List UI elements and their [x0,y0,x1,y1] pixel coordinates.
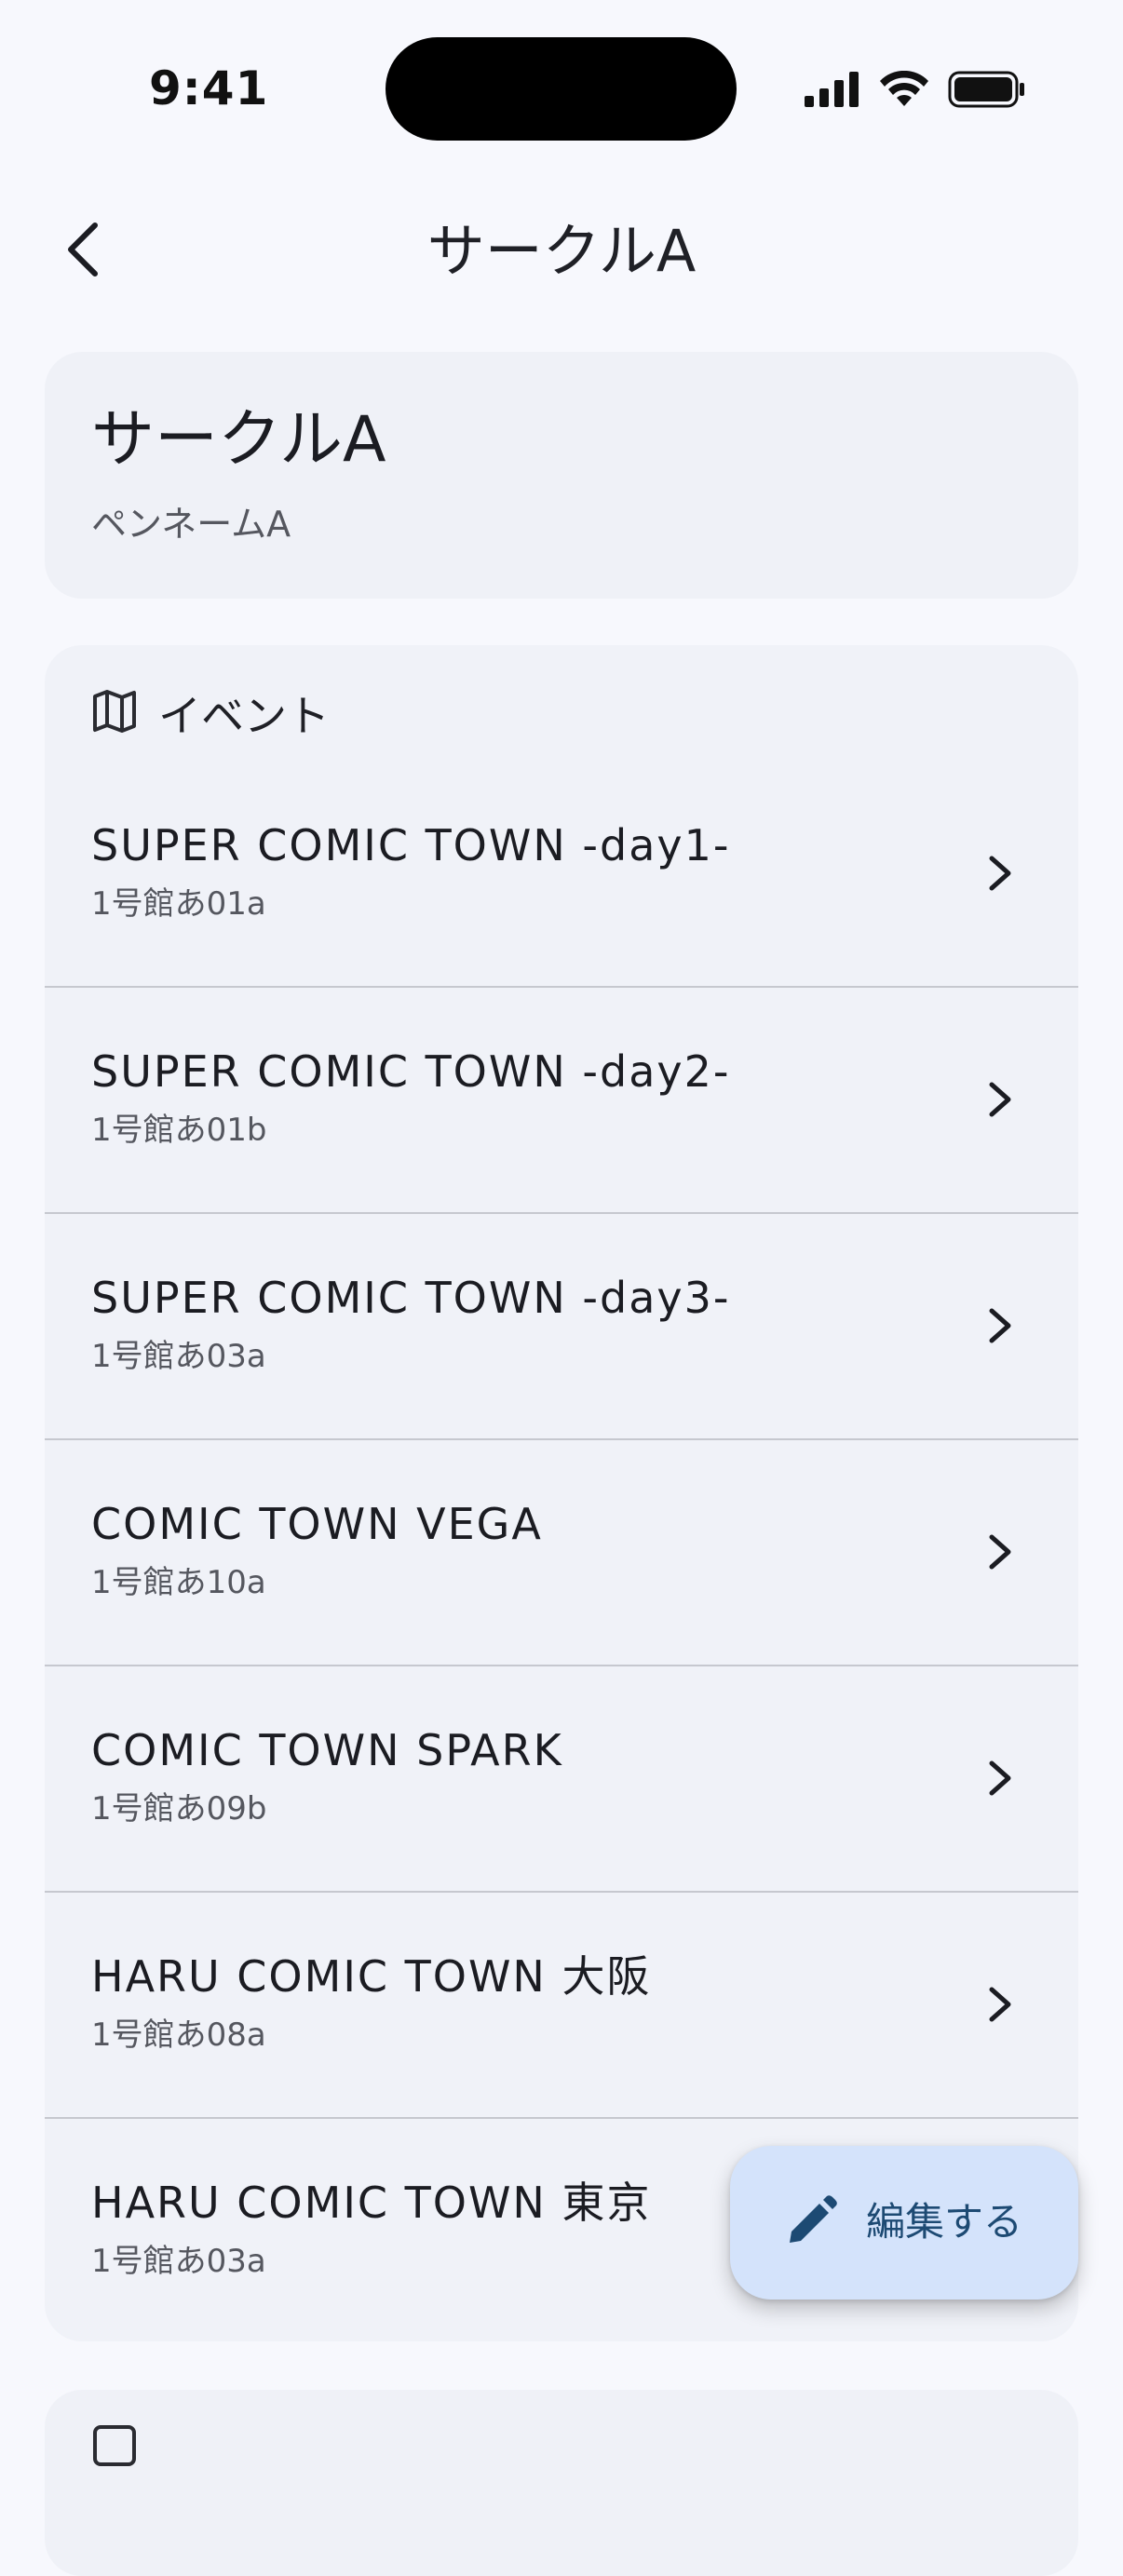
events-header-label: イベント [158,691,330,741]
event-name: SUPER COMIC TOWN -day3- [91,1273,731,1323]
event-list: SUPER COMIC TOWN -day1- 1号館あ01a SUPER CO… [45,762,1078,2341]
event-name: SUPER COMIC TOWN -day2- [91,1046,731,1097]
event-location: 1号館あ10a [91,1564,266,1601]
event-location: 1号館あ03a [91,2243,266,2280]
events-card: イベント SUPER COMIC TOWN -day1- 1号館あ01a SUP… [45,645,1078,2341]
pen-name: ペンネームA [91,504,291,545]
list-item[interactable]: COMIC TOWN VEGA 1号館あ10a [45,1440,1078,1666]
list-item[interactable]: COMIC TOWN SPARK 1号館あ09b [45,1666,1078,1893]
status-icons [805,69,1026,114]
edit-button-label: 編集する [866,2199,1023,2245]
edit-button[interactable]: 編集する [730,2146,1078,2300]
pencil-icon [782,2194,838,2250]
battery-icon [948,71,1026,112]
list-item[interactable]: SUPER COMIC TOWN -day2- 1号館あ01b [45,988,1078,1214]
event-location: 1号館あ01a [91,885,266,923]
chevron-right-icon [978,1300,1022,1352]
event-location: 1号館あ09b [91,1790,267,1827]
chevron-right-icon [978,1073,1022,1126]
map-icon [91,689,138,737]
app-bar: サークルA [0,186,1123,317]
section-icon [91,2423,138,2472]
event-location: 1号館あ03a [91,1338,266,1375]
cellular-signal-icon [805,72,860,111]
wifi-icon [879,70,929,112]
event-name: HARU COMIC TOWN 東京 [91,2178,652,2228]
event-location: 1号館あ01b [91,1112,267,1149]
next-section-card [45,2390,1078,2576]
circle-name: サークルA [91,403,386,477]
status-time: 9:41 [149,61,269,115]
events-header: イベント [91,681,330,746]
dynamic-island [386,37,737,141]
list-item[interactable]: SUPER COMIC TOWN -day1- 1号館あ01a [45,762,1078,988]
circle-profile-card: サークルA ペンネームA [45,352,1078,599]
chevron-right-icon [978,847,1022,899]
chevron-right-icon [978,1526,1022,1578]
chevron-right-icon [978,1978,1022,2030]
page-title: サークルA [426,217,697,285]
event-name: COMIC TOWN VEGA [91,1499,543,1549]
event-name: COMIC TOWN SPARK [91,1725,563,1775]
list-item[interactable]: SUPER COMIC TOWN -day3- 1号館あ03a [45,1214,1078,1440]
status-bar: 9:41 [0,0,1123,177]
event-name: HARU COMIC TOWN 大阪 [91,1951,652,2002]
event-location: 1号館あ08a [91,2016,266,2054]
chevron-right-icon [978,1752,1022,1804]
list-item[interactable]: HARU COMIC TOWN 大阪 1号館あ08a [45,1893,1078,2119]
next-section-header [91,2423,138,2472]
event-name: SUPER COMIC TOWN -day1- [91,820,731,870]
